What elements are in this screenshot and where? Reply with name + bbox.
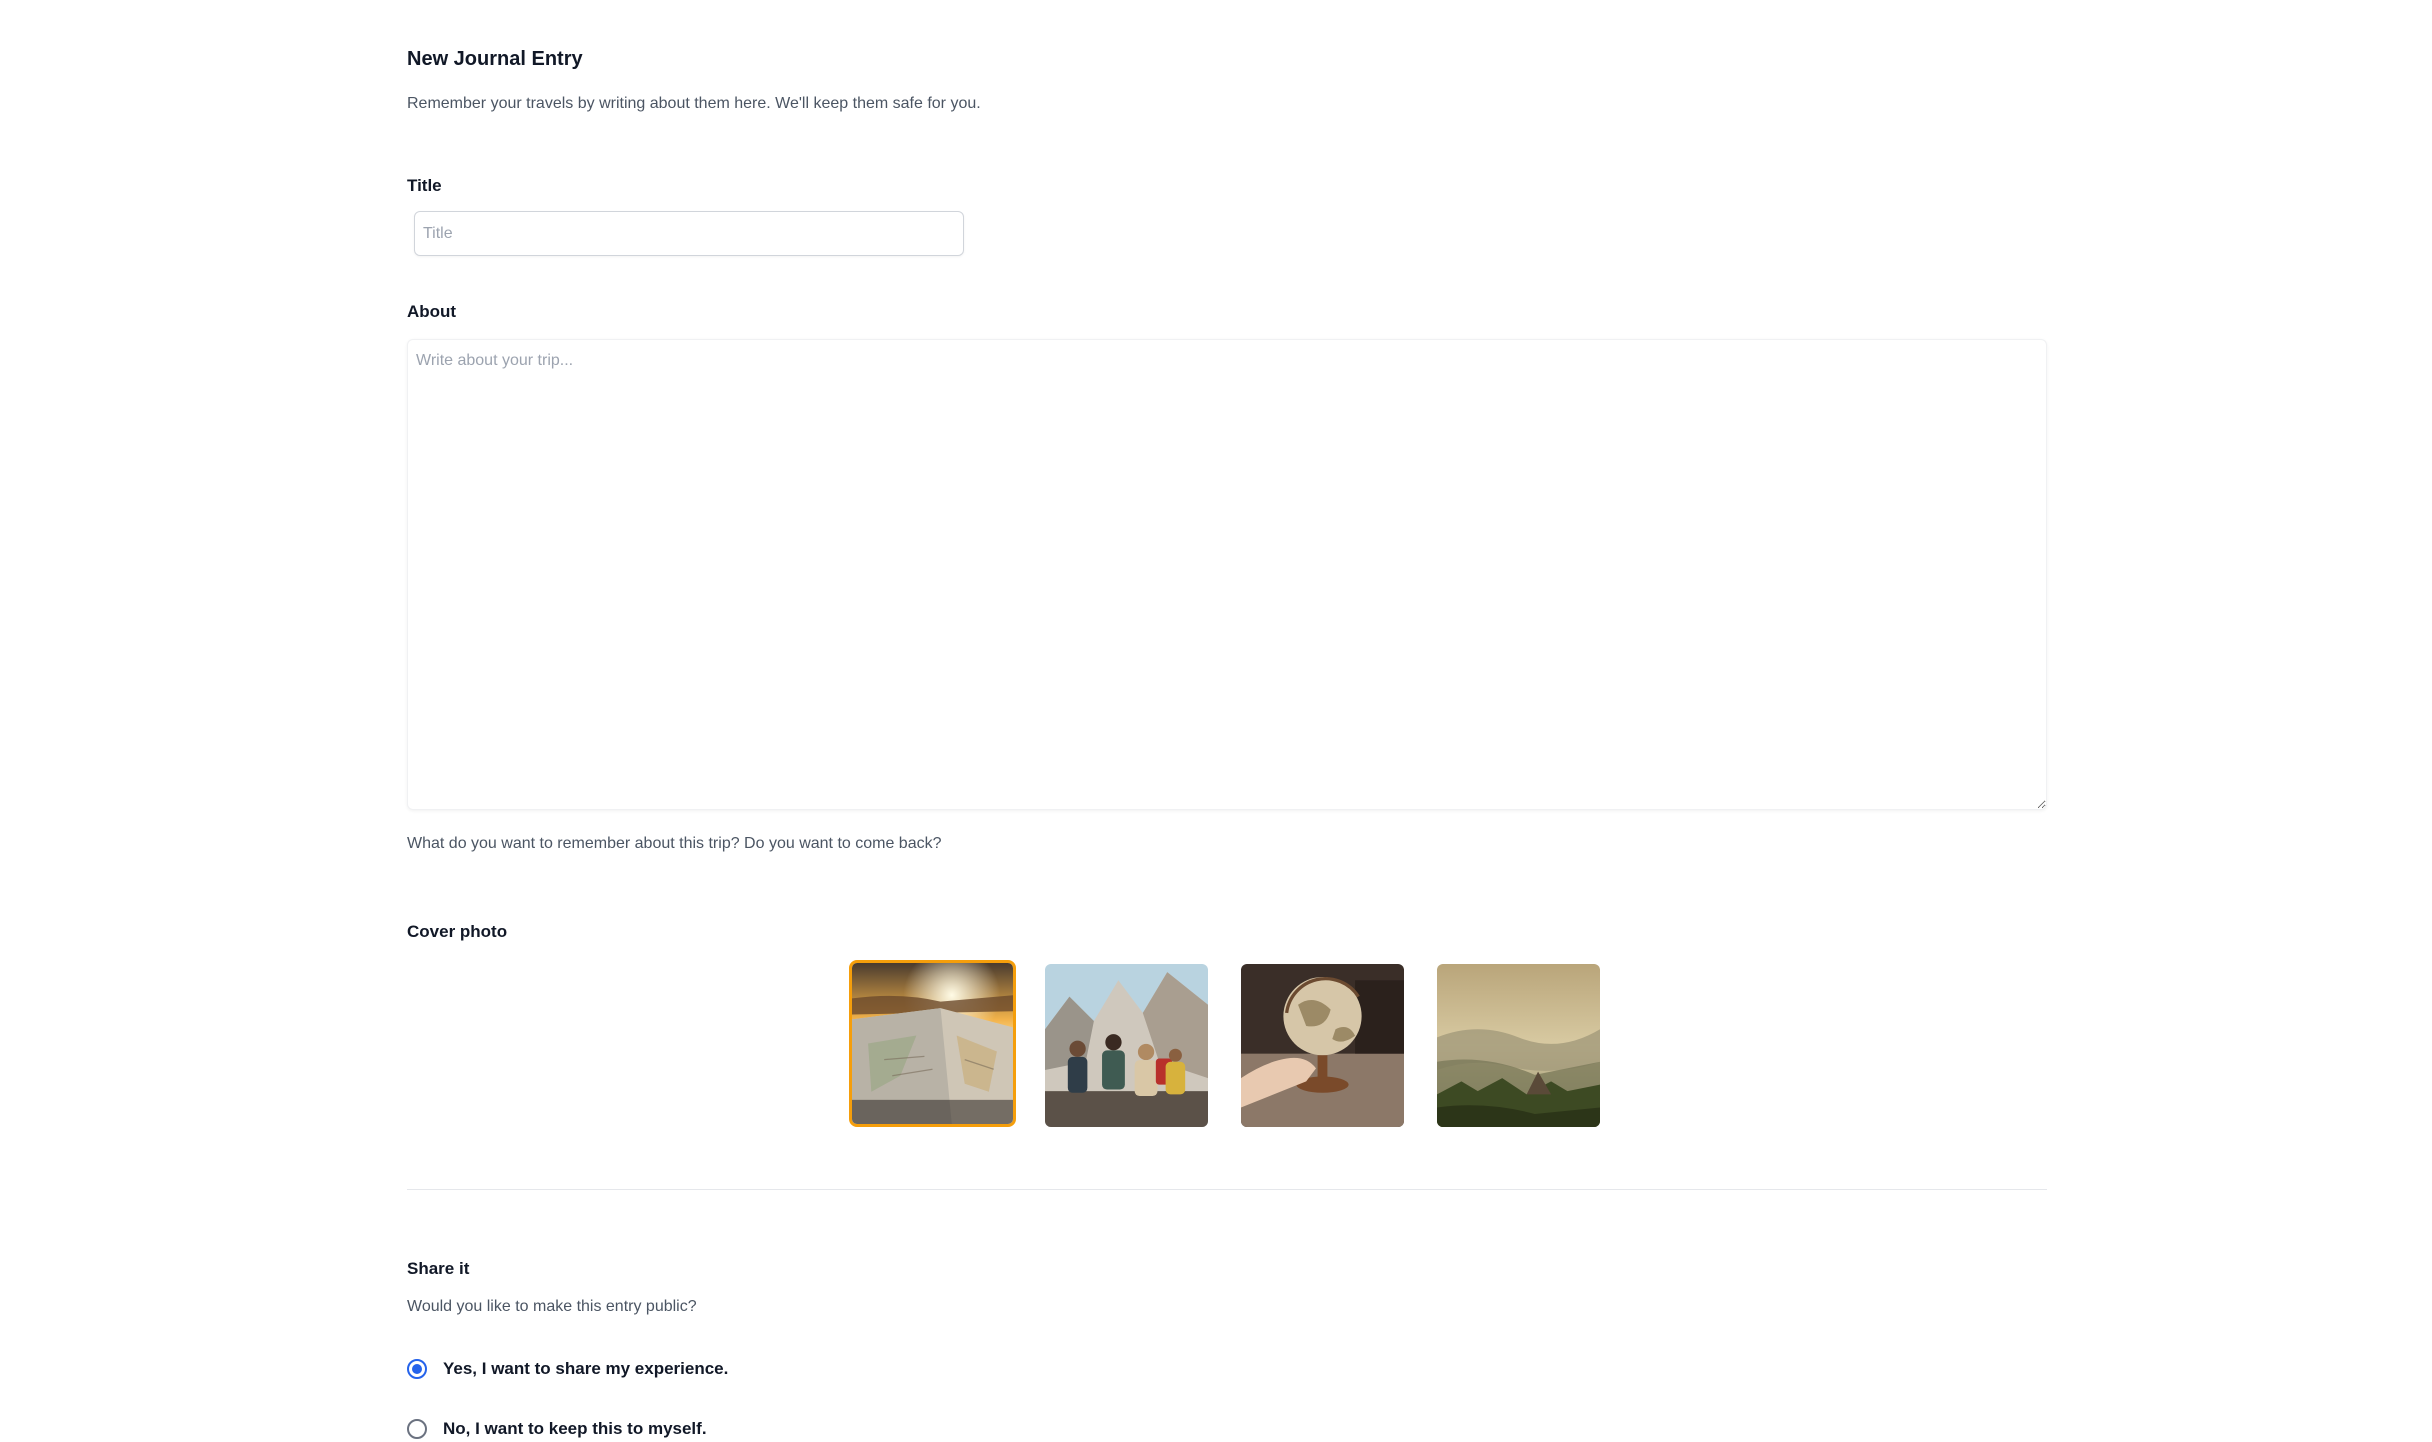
share-option-no[interactable]: No, I want to keep this to myself. xyxy=(407,1417,707,1441)
cover-photo-option-hikers[interactable] xyxy=(1045,964,1208,1127)
cover-photo-option-mountain-valley[interactable] xyxy=(1437,964,1600,1127)
map-sunset-photo xyxy=(852,963,1013,1124)
cover-photo-option-globe[interactable] xyxy=(1241,964,1404,1127)
share-option-yes[interactable]: Yes, I want to share my experience. xyxy=(407,1357,728,1381)
section-divider xyxy=(407,1189,2047,1190)
hand-globe-photo xyxy=(1241,964,1404,1127)
about-textarea[interactable] xyxy=(407,339,2047,810)
share-yes-label: Yes, I want to share my experience. xyxy=(443,1359,729,1378)
title-label: Title xyxy=(407,176,442,195)
title-input[interactable] xyxy=(414,211,964,256)
share-yes-radio[interactable] xyxy=(407,1359,427,1379)
share-subtitle: Would you like to make this entry public… xyxy=(407,1298,697,1315)
hikers-mountains-photo xyxy=(1045,964,1208,1127)
share-no-radio[interactable] xyxy=(407,1419,427,1439)
page-subtitle: Remember your travels by writing about t… xyxy=(407,95,981,112)
share-title: Share it xyxy=(407,1259,470,1278)
share-no-label: No, I want to keep this to myself. xyxy=(443,1419,707,1438)
about-label: About xyxy=(407,302,457,321)
mountain-valley-photo xyxy=(1437,964,1600,1127)
cover-photo-option-map-sunset[interactable] xyxy=(849,960,1016,1127)
cover-photo-label: Cover photo xyxy=(407,922,508,941)
about-help-text: What do you want to remember about this … xyxy=(407,835,942,852)
page-title: New Journal Entry xyxy=(407,48,583,70)
